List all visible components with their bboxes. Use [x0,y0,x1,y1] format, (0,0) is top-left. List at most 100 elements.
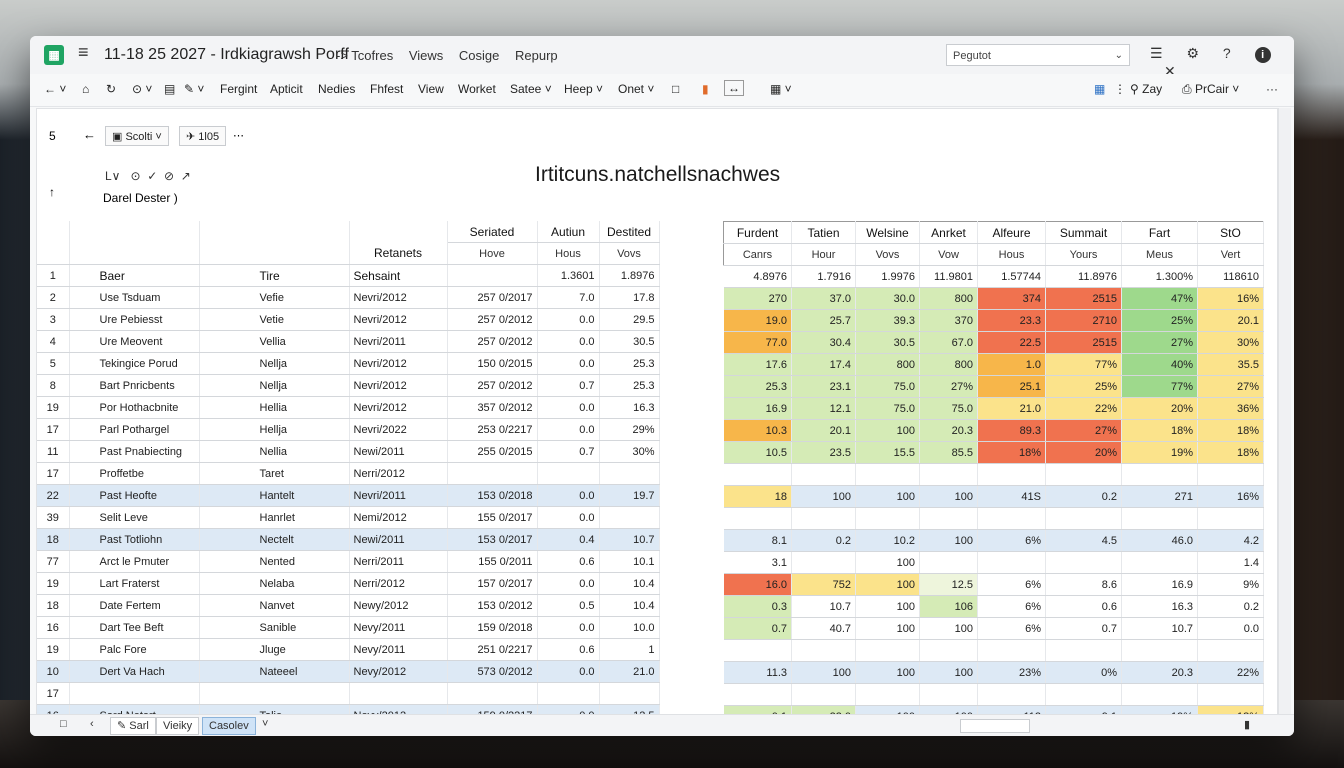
column-group-header[interactable]: StO [1197,221,1264,244]
heatmap-cell[interactable]: 47% [1121,287,1198,310]
cell[interactable]: 10.7 [599,528,660,551]
heatmap-cell[interactable] [1121,551,1198,574]
heatmap-cell[interactable]: 15.5 [855,441,920,464]
heatmap-cell[interactable]: 30.0 [855,287,920,310]
row-number[interactable]: 17 [37,682,70,705]
heatmap-cell[interactable] [1121,507,1198,530]
heatmap-cell[interactable]: 39.3 [855,309,920,332]
cell[interactable]: 7.0 [537,286,600,309]
column-sub-header[interactable]: Hous [536,242,600,265]
vertical-scrollbar[interactable] [1278,108,1291,714]
heatmap-cell[interactable] [791,639,856,662]
cell-date[interactable]: Nevy/2012 [349,660,448,683]
cell[interactable]: 0.0 [537,396,600,419]
cell[interactable]: 1.300% [1121,265,1198,288]
cell[interactable] [447,462,538,485]
column-sub-header[interactable]: Meus [1121,243,1198,266]
heatmap-cell[interactable]: 23.1 [791,375,856,398]
cell-name[interactable]: Dert Va Hach [69,660,200,683]
toolbar-item-fhfest[interactable]: Fhfest [370,82,403,96]
cell-type[interactable]: Nelaba [199,572,350,595]
row-number[interactable]: 4 [37,330,70,353]
heatmap-cell[interactable]: 10.2 [855,529,920,552]
heatmap-cell[interactable]: 6% [977,573,1046,596]
heatmap-cell[interactable]: 8.1 [723,529,792,552]
heatmap-cell[interactable]: 0.2 [1045,485,1122,508]
heatmap-cell[interactable]: 100 [791,485,856,508]
cell-date[interactable]: Nevri/2011 [349,484,448,507]
row-number[interactable]: 1 [37,264,70,287]
cell[interactable]: 0.0 [537,330,600,353]
cell-type[interactable]: Nateeel [199,660,350,683]
heatmap-cell[interactable]: 100 [855,551,920,574]
heatmap-cell[interactable]: 3.1 [723,551,792,574]
cell[interactable]: 0.0 [537,352,600,375]
cell[interactable]: 157 0/2017 [447,572,538,595]
heatmap-cell[interactable]: 77% [1045,353,1122,376]
heatmap-cell[interactable]: 10.3 [723,419,792,442]
cell[interactable]: 257 0/2012 [447,374,538,397]
heatmap-cell[interactable]: 89.3 [977,419,1046,442]
toolbar-item-apticit[interactable]: Apticit [270,82,303,96]
heatmap-cell[interactable] [919,551,978,574]
heatmap-cell[interactable]: 0.2 [791,529,856,552]
cell-type[interactable]: Vellia [199,330,350,353]
cell[interactable]: 21.0 [599,660,660,683]
row-number[interactable]: 2 [37,286,70,309]
heatmap-cell[interactable] [919,463,978,486]
cell-name[interactable]: Arct le Pmuter [69,550,200,573]
heatmap-cell[interactable]: 0.7 [723,617,792,640]
cell[interactable] [599,506,660,529]
heatmap-cell[interactable] [1045,551,1122,574]
heatmap-cell[interactable]: 75.0 [855,397,920,420]
heatmap-cell[interactable]: 23% [977,661,1046,684]
heatmap-cell[interactable]: 46.0 [1121,529,1198,552]
cell[interactable]: 25.3 [599,352,660,375]
cell-type[interactable]: Nellja [199,352,350,375]
cell-date[interactable]: Nevri/2012 [349,308,448,331]
header-cell[interactable] [69,221,200,243]
cell-type[interactable]: Hellja [199,418,350,441]
cell[interactable]: 0.0 [537,484,600,507]
cell[interactable]: 0.7 [537,374,600,397]
cell-name[interactable]: Por Hothacbnite [69,396,200,419]
heatmap-cell[interactable]: 22.5 [977,331,1046,354]
row-number[interactable]: 18 [37,594,70,617]
column-group-header[interactable]: Tatien [791,221,856,244]
heatmap-cell[interactable] [1045,463,1122,486]
column-sub-header[interactable]: Vow [919,243,978,266]
row-number[interactable]: 77 [37,550,70,573]
heatmap-cell[interactable]: 4.5 [1045,529,1122,552]
heatmap-cell[interactable] [791,463,856,486]
cell[interactable]: 153 0/2012 [447,594,538,617]
cell-type[interactable]: Nellia [199,440,350,463]
cell[interactable]: 153 0/2018 [447,484,538,507]
heatmap-cell[interactable] [1121,683,1198,706]
heatmap-cell[interactable]: 25% [1121,309,1198,332]
column-group-header[interactable]: Anrket [919,221,978,244]
cell-date[interactable]: Nevy/2011 [349,616,448,639]
cell[interactable] [599,462,660,485]
heatmap-cell[interactable]: 1.4 [1197,551,1264,574]
row-number[interactable]: 8 [37,374,70,397]
heatmap-cell[interactable]: 20.3 [919,419,978,442]
cell[interactable]: 1.8976 [599,264,660,287]
menu-item-repurp[interactable]: Repurp [515,48,558,63]
heatmap-cell[interactable] [1121,639,1198,662]
cell[interactable]: 0.0 [537,308,600,331]
column-header-sehsaint[interactable]: Sehsaint [349,264,448,287]
heatmap-cell[interactable] [723,507,792,530]
cell-date[interactable]: Nerri/2012 [349,462,448,485]
column-header-tire[interactable]: Tire [199,264,350,287]
column-sub-header[interactable]: Hove [446,242,538,265]
heatmap-cell[interactable]: 16.0 [723,573,792,596]
cell[interactable]: 29% [599,418,660,441]
cell[interactable] [447,682,538,705]
cell-date[interactable]: Nevri/2011 [349,330,448,353]
heatmap-cell[interactable] [855,507,920,530]
back-icon[interactable]: ← ˅ [44,82,66,96]
cell-date[interactable]: Nerri/2012 [349,572,448,595]
cell[interactable]: 155 0/2017 [447,506,538,529]
heatmap-cell[interactable] [919,507,978,530]
toolbar-item-nedies[interactable]: Nedies [318,82,355,96]
